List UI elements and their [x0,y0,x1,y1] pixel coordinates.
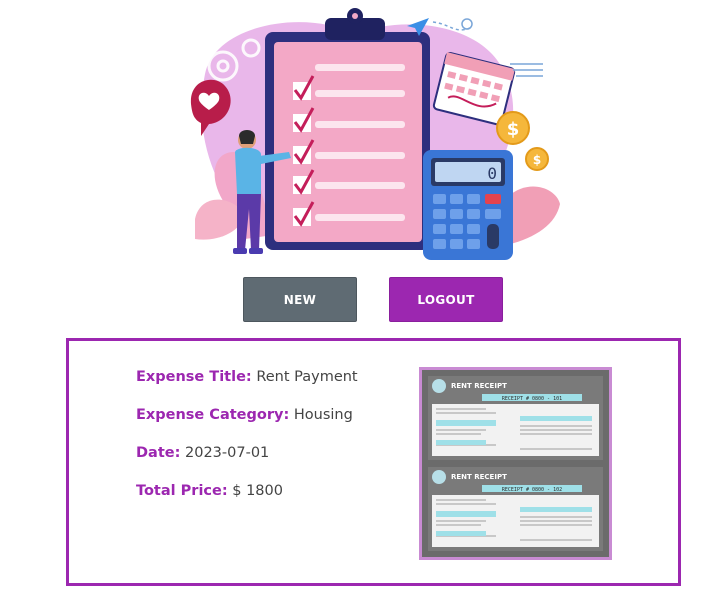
svg-text:$: $ [533,153,541,167]
receipt-number-2: RECEIPT # 0800 - 102 [502,487,562,493]
receipt-heading-1: RENT RECEIPT [451,382,507,390]
receipt-page-2: RENT RECEIPT RECEIPT # 0800 - 102 [428,467,603,551]
expense-title-value: Rent Payment [256,369,358,385]
expense-category-label: Expense Category: [136,407,290,423]
hero-illustration: $ $ 0 [190,8,560,260]
expense-category-value: Housing [293,407,353,423]
expense-price-row: Total Price: $ 1800 [136,481,416,519]
calculator-display: 0 [487,164,497,183]
expense-date-row: Date: 2023-07-01 [136,443,416,481]
expense-category-row: Expense Category: Housing [136,405,416,443]
page: $ $ 0 NEW LOGOUT Expense Title: Rent Pay… [0,0,709,599]
new-button[interactable]: NEW [243,277,357,322]
receipt-number-1: RECEIPT # 0800 - 101 [502,396,562,402]
expense-details: Expense Title: Rent Payment Expense Cate… [136,367,416,519]
expense-date-value: 2023-07-01 [185,445,270,461]
clipboard-icon [265,8,430,250]
receipt-thumbnail: RENT RECEIPT RECEIPT # 0800 - 101 RENT R… [422,370,609,557]
receipt-heading-2: RENT RECEIPT [451,473,507,481]
expense-price-value: $ 1800 [232,483,283,499]
receipt-page-1: RENT RECEIPT RECEIPT # 0800 - 101 [428,376,603,460]
expense-card: Expense Title: Rent Payment Expense Cate… [66,338,681,586]
expense-date-label: Date: [136,445,181,461]
calculator-icon: 0 [423,150,513,260]
expense-title-label: Expense Title: [136,369,252,385]
svg-text:$: $ [507,119,520,140]
expense-title-row: Expense Title: Rent Payment [136,367,416,405]
expense-price-label: Total Price: [136,483,228,499]
receipt-image[interactable]: RENT RECEIPT RECEIPT # 0800 - 101 RENT R… [419,367,612,560]
logout-button[interactable]: LOGOUT [389,277,503,322]
